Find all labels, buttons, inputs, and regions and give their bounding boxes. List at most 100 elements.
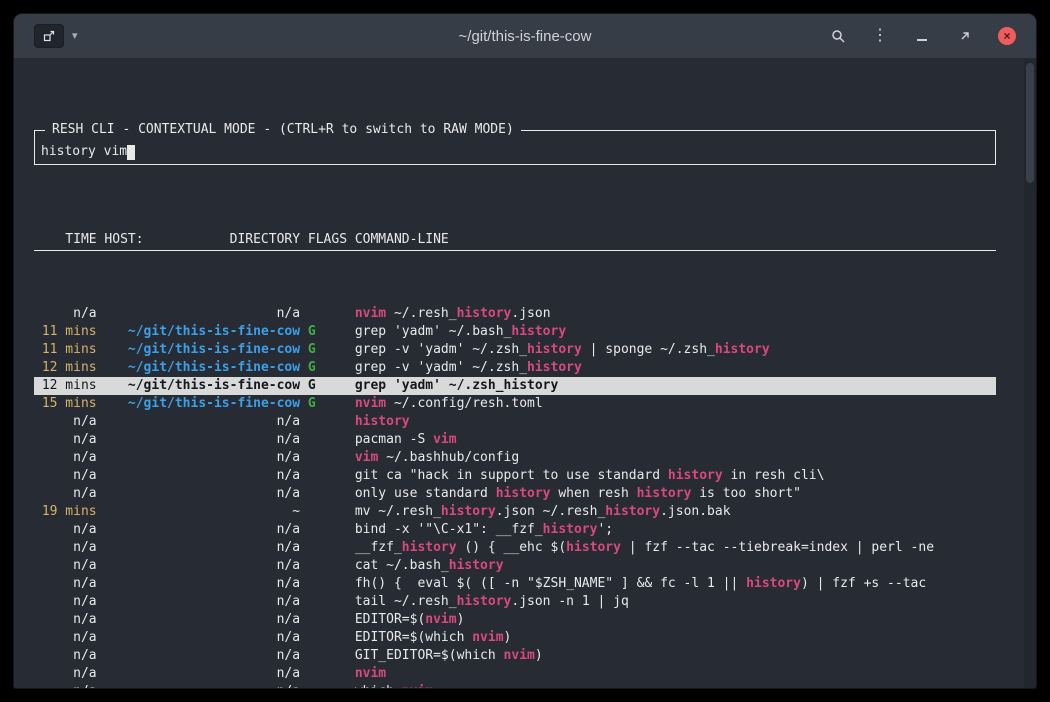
new-tab-button[interactable] [34, 24, 64, 48]
text-cursor [127, 145, 135, 160]
scrollbar-thumb[interactable] [1026, 63, 1034, 183]
row-directory: n/a [104, 449, 300, 467]
row-flags [308, 485, 347, 503]
row-directory: ~ [104, 503, 300, 521]
history-row[interactable]: n/a n/a vim ~/.bashhub/config [34, 449, 996, 467]
row-time: n/a [34, 647, 97, 665]
row-flags [308, 521, 347, 539]
close-button[interactable]: × [998, 27, 1016, 45]
search-input[interactable]: history vim [41, 143, 135, 161]
chevron-down-icon[interactable]: ▾ [70, 29, 80, 44]
row-command: mv ~/.resh_history.json ~/.resh_history.… [355, 503, 996, 521]
history-row[interactable]: n/a n/a git ca "hack in support to use s… [34, 467, 996, 485]
row-flags [308, 413, 347, 431]
terminal-window: ▾ ~/git/this-is-fine-cow ⋮ × RESH CLI - … [14, 14, 1036, 688]
row-directory: n/a [104, 575, 300, 593]
row-flags [308, 647, 347, 665]
row-time: n/a [34, 305, 97, 323]
history-list: n/a n/a nvim ~/.resh_history.json 11 min… [34, 305, 996, 688]
row-directory: n/a [104, 521, 300, 539]
history-row[interactable]: n/a n/a fh() { eval $( ([ -n "$ZSH_NAME"… [34, 575, 996, 593]
row-command: bind -x '"\C-x1": __fzf_history'; [355, 521, 996, 539]
history-row[interactable]: n/a n/a EDITOR=$(which nvim) [34, 629, 996, 647]
history-row[interactable]: 11 mins ~/git/this-is-fine-cow G grep 'y… [34, 323, 996, 341]
row-time: 15 mins [34, 395, 97, 413]
row-command: nvim ~/.resh_history.json [355, 305, 996, 323]
row-time: n/a [34, 629, 97, 647]
row-time: n/a [34, 539, 97, 557]
row-flags [308, 629, 347, 647]
row-directory: n/a [104, 665, 300, 683]
minimize-icon [917, 39, 927, 41]
history-row[interactable]: 15 mins ~/git/this-is-fine-cow G nvim ~/… [34, 395, 996, 413]
row-flags [308, 431, 347, 449]
history-row[interactable]: n/a n/a EDITOR=$(nvim) [34, 611, 996, 629]
header-host-directory: HOST: DIRECTORY [104, 231, 300, 250]
header-host: HOST: [104, 231, 143, 250]
history-row[interactable]: n/a n/a cat ~/.bash_history [34, 557, 996, 575]
row-directory: n/a [104, 593, 300, 611]
row-directory: n/a [104, 467, 300, 485]
row-command: nvim [355, 665, 996, 683]
history-row[interactable]: n/a n/a bind -x '"\C-x1": __fzf_history'… [34, 521, 996, 539]
history-row[interactable]: n/a n/a nvim [34, 665, 996, 683]
row-time: n/a [34, 449, 97, 467]
history-row[interactable]: 12 mins ~/git/this-is-fine-cow G grep -v… [34, 359, 996, 377]
row-time: n/a [34, 485, 97, 503]
restore-icon [958, 30, 971, 43]
resh-search-box[interactable]: RESH CLI - CONTEXTUAL MODE - (CTRL+R to … [34, 130, 996, 165]
row-command: history [355, 413, 996, 431]
row-time: 19 mins [34, 503, 97, 521]
row-flags [308, 665, 347, 683]
history-row[interactable]: 11 mins ~/git/this-is-fine-cow G grep -v… [34, 341, 996, 359]
row-time: 12 mins [34, 359, 97, 377]
history-row[interactable]: n/a n/a only use standard history when r… [34, 485, 996, 503]
row-command: __fzf_history () { __ehc $(history | fzf… [355, 539, 996, 557]
history-row[interactable]: n/a n/a GIT_EDITOR=$(which nvim) [34, 647, 996, 665]
history-row[interactable]: n/a n/a nvim ~/.resh_history.json [34, 305, 996, 323]
history-row[interactable]: n/a n/a tail ~/.resh_history.json -n 1 |… [34, 593, 996, 611]
row-command: GIT_EDITOR=$(which nvim) [355, 647, 996, 665]
header-command-line: COMMAND-LINE [355, 231, 996, 250]
history-row[interactable]: n/a n/a __fzf_history () { __ehc $(histo… [34, 539, 996, 557]
row-time: 11 mins [34, 341, 97, 359]
restore-button[interactable] [956, 28, 972, 44]
history-row[interactable]: n/a n/a pacman -S vim [34, 431, 996, 449]
row-flags [308, 611, 347, 629]
titlebar-right-controls: ⋮ × [830, 27, 1016, 45]
row-directory: n/a [104, 431, 300, 449]
header-directory: DIRECTORY [230, 231, 300, 250]
row-directory: ~/git/this-is-fine-cow [104, 323, 300, 341]
row-time: n/a [34, 521, 97, 539]
row-command: vim ~/.bashhub/config [355, 449, 996, 467]
header-time: TIME [34, 231, 97, 250]
row-flags [308, 305, 347, 323]
new-window-icon [42, 29, 56, 43]
row-command: cat ~/.bash_history [355, 557, 996, 575]
menu-kebab-icon[interactable]: ⋮ [872, 28, 888, 44]
history-row[interactable]: 12 mins ~/git/this-is-fine-cow G grep 'y… [34, 377, 996, 395]
row-flags [308, 467, 347, 485]
minimize-button[interactable] [914, 28, 930, 44]
row-flags: G [308, 323, 347, 341]
scrollbar[interactable] [1024, 59, 1036, 688]
header-flags: FLAGS [308, 231, 347, 250]
history-row[interactable]: n/a n/a which nvim [34, 683, 996, 688]
row-flags: G [308, 341, 347, 359]
row-command: only use standard history when resh hist… [355, 485, 996, 503]
search-icon[interactable] [830, 28, 846, 44]
row-time: n/a [34, 575, 97, 593]
row-command: which nvim [355, 683, 996, 688]
row-command: EDITOR=$(which nvim) [355, 629, 996, 647]
row-flags [308, 593, 347, 611]
row-command: grep -v 'yadm' ~/.zsh_history [355, 359, 996, 377]
row-flags: G [308, 377, 347, 395]
history-row[interactable]: n/a n/a history [34, 413, 996, 431]
row-command: grep -v 'yadm' ~/.zsh_history | sponge ~… [355, 341, 996, 359]
row-command: grep 'yadm' ~/.bash_history [355, 323, 996, 341]
row-time: n/a [34, 431, 97, 449]
history-row[interactable]: 19 mins ~ mv ~/.resh_history.json ~/.res… [34, 503, 996, 521]
row-command: git ca "hack in support to use standard … [355, 467, 996, 485]
row-flags [308, 449, 347, 467]
search-query-text: history vim [41, 143, 127, 161]
